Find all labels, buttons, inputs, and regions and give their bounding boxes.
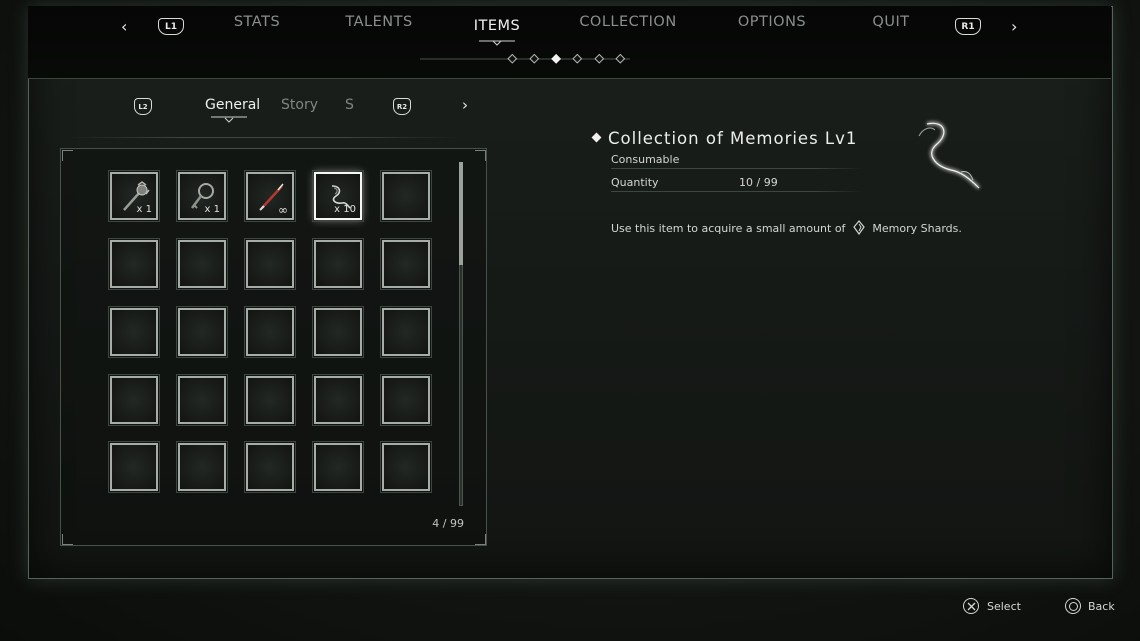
slot-quantity: ∞ (278, 203, 288, 217)
inventory-count: 4 / 99 (432, 517, 464, 530)
l1-button-icon[interactable]: L1 (158, 18, 184, 35)
item-preview-wisp-icon (918, 121, 981, 190)
corner-ornament-icon (62, 150, 73, 161)
tab-items[interactable]: ITEMS (474, 18, 521, 34)
page-dots-indicator (420, 53, 630, 64)
tab-collection[interactable]: COLLECTION (579, 14, 676, 30)
corner-ornament-icon (475, 534, 486, 545)
quantity-label: Quantity (611, 176, 659, 189)
inventory-slot-empty[interactable] (244, 441, 296, 493)
slot-quantity: x 1 (136, 204, 152, 215)
slot-quantity: x 1 (204, 204, 220, 215)
back-hint[interactable]: Back (1088, 600, 1115, 613)
inventory-slot[interactable]: x 1 (108, 170, 160, 222)
inventory-slot-empty[interactable] (176, 374, 228, 426)
corner-ornament-icon (62, 534, 73, 545)
subtab-partial[interactable]: S (345, 97, 354, 113)
inventory-slot-empty[interactable] (244, 374, 296, 426)
tab-stats[interactable]: STATS (234, 14, 280, 30)
slot-quantity: x 10 (334, 204, 356, 215)
tab-quit[interactable]: QUIT (872, 14, 909, 30)
tab-options[interactable]: OPTIONS (738, 14, 806, 30)
inventory-slot-empty[interactable] (176, 441, 228, 493)
inventory-slot-empty[interactable] (380, 170, 432, 222)
circle-button-icon (1065, 598, 1081, 614)
inventory-slot-empty[interactable] (176, 238, 228, 290)
inventory-slot-empty[interactable] (312, 374, 364, 426)
select-hint[interactable]: Select (987, 600, 1021, 613)
inventory-slot-empty[interactable] (244, 306, 296, 358)
detail-divider (611, 191, 863, 192)
item-type: Consumable (611, 153, 680, 166)
inventory-slot-empty[interactable] (380, 238, 432, 290)
subtab-story[interactable]: Story (281, 97, 318, 113)
cross-button-icon (963, 598, 979, 614)
inventory-slot-empty[interactable] (108, 306, 160, 358)
inventory-slot-empty[interactable] (312, 441, 364, 493)
l2-button-icon[interactable]: L2 (134, 98, 152, 115)
description-currency-text: Memory Shards. (872, 222, 962, 235)
quantity-value: 10 / 99 (739, 176, 778, 189)
inventory-slot-empty[interactable] (380, 306, 432, 358)
active-tab-indicator-icon (479, 40, 515, 46)
inventory-slot-empty[interactable] (380, 441, 432, 493)
inventory-slot-empty[interactable] (108, 374, 160, 426)
r2-button-icon[interactable]: R2 (393, 98, 411, 115)
inventory-slot[interactable]: ∞ (244, 170, 296, 222)
inventory-slot-empty[interactable] (244, 238, 296, 290)
subnav-right-arrow-icon[interactable]: › (462, 96, 468, 114)
nav-left-arrow-icon[interactable]: ‹ (121, 17, 127, 36)
inventory-slot-empty[interactable] (312, 238, 364, 290)
subnav-divider (68, 137, 458, 138)
top-nav-bar (28, 6, 1111, 79)
nav-right-arrow-icon[interactable]: › (1011, 17, 1017, 36)
memory-shard-icon (853, 220, 865, 236)
inventory-slot-empty[interactable] (108, 441, 160, 493)
item-description: Use this item to acquire a small amount … (611, 220, 962, 236)
subtab-general[interactable]: General (205, 97, 260, 113)
inventory-slot[interactable]: x 1 (176, 170, 228, 222)
inventory-slot-empty[interactable] (108, 238, 160, 290)
inventory-slot-selected[interactable]: x 10 (312, 170, 364, 222)
items-menu-screen: ‹ L1 STATS TALENTS ITEMS COLLECTION OPTI… (0, 0, 1140, 641)
detail-divider (611, 168, 863, 169)
tab-talents[interactable]: TALENTS (345, 14, 412, 30)
description-text: Use this item to acquire a small amount … (611, 222, 846, 235)
inventory-scrollbar-thumb[interactable] (459, 162, 463, 265)
inventory-slot-empty[interactable] (176, 306, 228, 358)
subtab-indicator-icon (211, 116, 247, 123)
corner-ornament-icon (475, 150, 486, 161)
r1-button-icon[interactable]: R1 (955, 18, 981, 35)
inventory-slot-empty[interactable] (380, 374, 432, 426)
inventory-slot-empty[interactable] (312, 306, 364, 358)
item-title: Collection of Memories Lv1 (608, 129, 858, 148)
